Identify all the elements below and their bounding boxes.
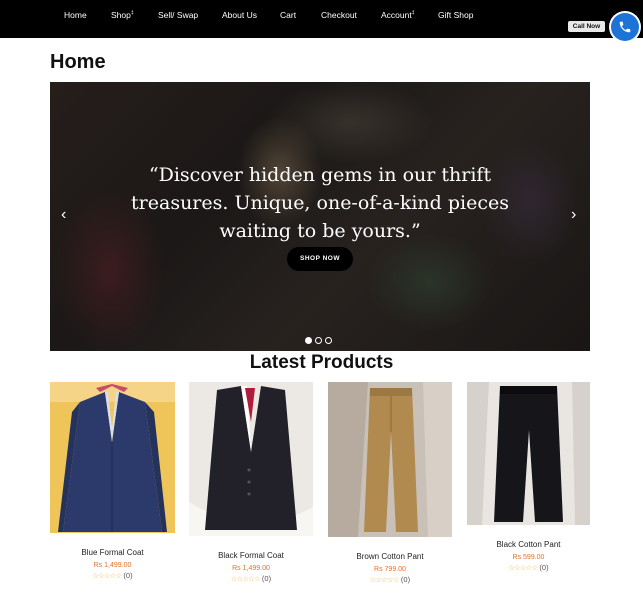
product-image-brown-pant[interactable] (328, 382, 452, 537)
product-price: Rs 1,499.00 (232, 565, 270, 572)
product-rating: ☆☆☆☆☆ (0) (369, 575, 411, 584)
hero-quote: “Discover hidden gems in our thrift trea… (131, 164, 509, 242)
nav-gift-shop[interactable]: Gift Shop (438, 10, 473, 20)
product-image-black-pant[interactable] (467, 382, 590, 525)
star-rating-icon: ☆☆☆☆☆ (369, 577, 399, 584)
product-price: Rs 599.00 (512, 554, 545, 561)
nav-shop[interactable]: Shop‡ (111, 10, 134, 20)
product-card[interactable]: Brown Cotton Pant Rs 799.00 ☆☆☆☆☆ (0) (328, 382, 452, 584)
call-now-label[interactable]: Call Now (568, 21, 605, 32)
shop-now-button[interactable]: SHOP NOW (287, 247, 353, 271)
nav-sell-swap[interactable]: Sell/ Swap (158, 10, 198, 20)
carousel-dot[interactable] (315, 337, 322, 344)
page-title: Home (50, 51, 106, 73)
carousel-dot[interactable] (325, 337, 332, 344)
top-navigation-bar: Home Shop‡ Sell/ Swap About Us Cart Chec… (0, 0, 643, 38)
product-name[interactable]: Blue Formal Coat (50, 548, 175, 557)
product-name[interactable]: Black Cotton Pant (467, 540, 590, 549)
product-price: Rs 799.00 (374, 566, 406, 573)
carousel-next-icon[interactable]: › (571, 206, 576, 224)
product-rating: ☆☆☆☆☆ (0) (508, 563, 549, 572)
product-card[interactable]: Blue Formal Coat Rs 1,499.00 ☆☆☆☆☆ (0) (50, 382, 175, 580)
product-name[interactable]: Brown Cotton Pant (328, 552, 452, 561)
product-card[interactable]: Black Cotton Pant Rs 599.00 ☆☆☆☆☆ (0) (467, 382, 590, 572)
call-button[interactable] (611, 13, 639, 41)
carousel-dot[interactable] (305, 337, 312, 344)
hero-carousel: “Discover hidden gems in our thrift trea… (50, 82, 590, 351)
product-price: Rs 1,499.00 (93, 562, 132, 569)
carousel-prev-icon[interactable]: ‹ (61, 206, 66, 224)
product-rating: ☆☆☆☆☆ (0) (230, 574, 272, 583)
star-rating-icon: ☆☆☆☆☆ (92, 573, 122, 580)
product-image-black-coat[interactable] (189, 382, 313, 536)
nav-home[interactable]: Home (64, 10, 87, 20)
nav-about-us[interactable]: About Us (222, 10, 257, 20)
latest-products-heading: Latest Products (249, 352, 394, 373)
chevron-down-icon: ‡ (411, 10, 415, 17)
nav-checkout[interactable]: Checkout (321, 10, 357, 20)
phone-icon (619, 21, 631, 33)
product-card[interactable]: Black Formal Coat Rs 1,499.00 ☆☆☆☆☆ (0) (189, 382, 313, 583)
nav-cart[interactable]: Cart (280, 10, 296, 20)
star-rating-icon: ☆☆☆☆☆ (508, 565, 538, 572)
carousel-dots (305, 337, 332, 344)
nav-account[interactable]: Account‡ (381, 10, 415, 20)
star-rating-icon: ☆☆☆☆☆ (230, 576, 260, 583)
product-image-blue-coat[interactable] (50, 382, 175, 533)
product-name[interactable]: Black Formal Coat (189, 551, 313, 560)
chevron-down-icon: ‡ (130, 10, 134, 17)
product-rating: ☆☆☆☆☆ (0) (92, 571, 133, 580)
